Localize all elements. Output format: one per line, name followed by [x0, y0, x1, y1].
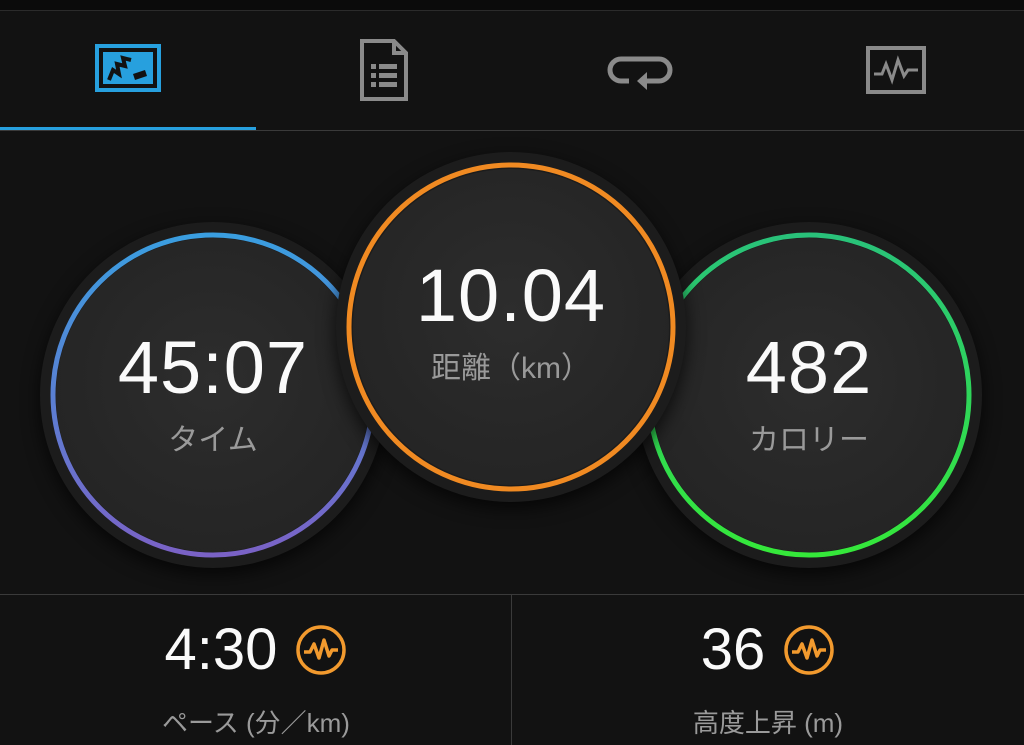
calories-value: 482	[745, 326, 873, 409]
calories-label: カロリー	[749, 424, 869, 457]
pace-label: ペース (分／km)	[162, 708, 350, 738]
pace-value: 4:30	[164, 617, 278, 682]
metrics-panel: 4:30 ペース (分／km) 36 高度上昇 (m)	[0, 594, 1024, 745]
distance-ring-face: 10.04 距離（km）	[353, 169, 669, 485]
pace-metric[interactable]: 4:30 ペース (分／km)	[0, 595, 512, 745]
tab-bar	[0, 11, 1024, 131]
heart-rate-icon	[784, 625, 834, 675]
elevation-value: 36	[700, 617, 766, 682]
tab-details[interactable]	[256, 11, 512, 129]
laps-repeat-icon	[607, 56, 673, 90]
status-strip	[0, 0, 1024, 11]
chart-graph-icon	[866, 46, 926, 94]
tab-charts[interactable]	[768, 11, 1024, 129]
details-list-icon	[360, 39, 408, 101]
elevation-label: 高度上昇 (m)	[692, 708, 844, 738]
heart-rate-icon	[296, 625, 347, 675]
time-value: 45:07	[117, 326, 309, 409]
distance-value: 10.04	[415, 254, 607, 337]
time-ring: 45:07 タイム	[40, 222, 386, 568]
time-ring-face: 45:07 タイム	[56, 238, 370, 552]
elevation-metric[interactable]: 36 高度上昇 (m)	[512, 595, 1024, 745]
time-label: タイム	[168, 424, 258, 457]
tab-summary[interactable]	[0, 11, 256, 129]
distance-ring: 10.04 距離（km）	[336, 152, 686, 502]
tab-divider	[0, 130, 1024, 131]
calories-ring: 482 カロリー	[636, 222, 982, 568]
tab-laps[interactable]	[512, 11, 768, 129]
summary-map-icon	[95, 44, 161, 92]
calories-ring-face: 482 カロリー	[652, 238, 966, 552]
distance-label: 距離（km）	[431, 352, 591, 385]
